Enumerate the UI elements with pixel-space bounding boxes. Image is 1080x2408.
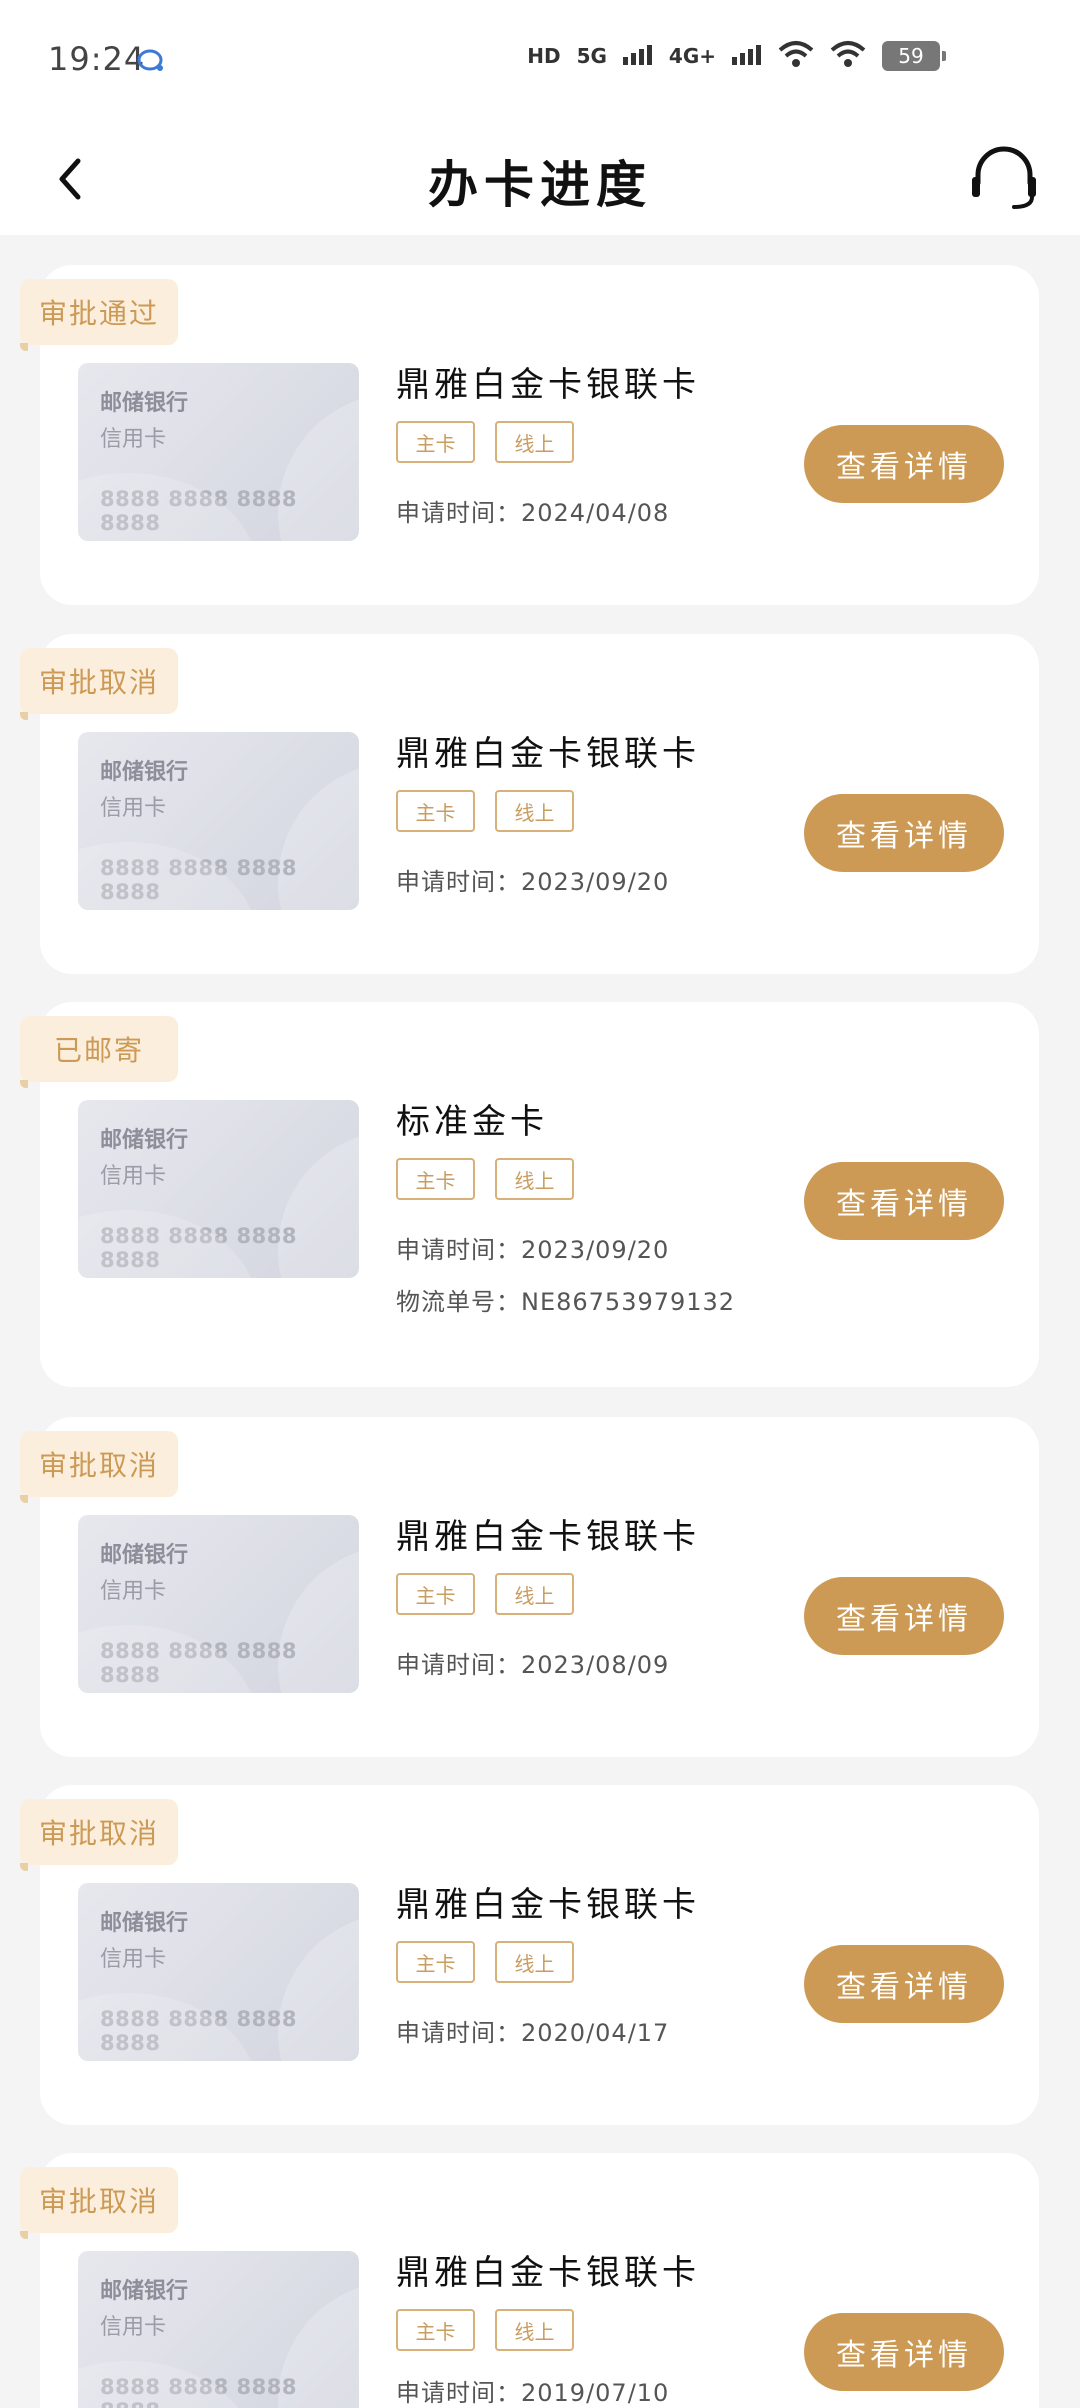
- status-badge: 审批取消: [20, 2167, 178, 2239]
- thumbnail-number: 8888 8888 8888 8888: [100, 2007, 297, 2055]
- status-time: 19:24: [48, 40, 146, 78]
- thumbnail-number: 8888 8888 8888 8888: [100, 487, 297, 535]
- application-card: 已邮寄 邮储银行 信用卡 8888 8888 8888 8888 标准金卡 主卡…: [20, 1002, 1039, 1387]
- application-card: 审批取消 邮储银行 信用卡 8888 8888 8888 8888 鼎雅白金卡银…: [20, 1785, 1039, 2125]
- thumbnail-bank: 邮储银行: [100, 760, 189, 785]
- view-details-button[interactable]: 查看详情: [804, 1162, 1004, 1240]
- card-thumbnail: 邮储银行 信用卡 8888 8888 8888 8888: [78, 732, 359, 910]
- application-card: 审批取消 邮储银行 信用卡 8888 8888 8888 8888 鼎雅白金卡银…: [20, 2153, 1039, 2408]
- tag-primary-card: 主卡: [396, 1941, 475, 1983]
- tag-primary-card: 主卡: [396, 790, 475, 832]
- card-name: 鼎雅白金卡银联卡: [396, 2253, 700, 2293]
- application-card: 审批取消 邮储银行 信用卡 8888 8888 8888 8888 鼎雅白金卡银…: [20, 1417, 1039, 1757]
- application-card: 审批取消 邮储银行 信用卡 8888 8888 8888 8888 鼎雅白金卡银…: [20, 634, 1039, 974]
- card-name: 鼎雅白金卡银联卡: [396, 1885, 700, 1925]
- tag-online: 线上: [495, 1573, 574, 1615]
- card-thumbnail: 邮储银行 信用卡 8888 8888 8888 8888: [78, 1515, 359, 1693]
- tag-online: 线上: [495, 421, 574, 463]
- apply-date: 申请时间：2023/09/20: [396, 1236, 670, 1264]
- signal-icon: [622, 43, 653, 69]
- network-5g-indicator: 5G: [576, 44, 607, 68]
- status-badge: 审批取消: [20, 648, 178, 720]
- wifi-icon: [830, 40, 866, 72]
- thumbnail-bank: 邮储银行: [100, 2279, 189, 2304]
- apply-date: 申请时间：2023/09/20: [396, 868, 670, 896]
- card-name: 标准金卡: [396, 1102, 548, 1142]
- message-icon: [136, 48, 166, 78]
- card-tags: 主卡 线上: [396, 1941, 574, 1983]
- thumbnail-number: 8888 8888 8888 8888: [100, 2375, 297, 2408]
- tag-online: 线上: [495, 790, 574, 832]
- tag-primary-card: 主卡: [396, 1573, 475, 1615]
- card-name: 鼎雅白金卡银联卡: [396, 365, 700, 405]
- status-badge: 审批取消: [20, 1799, 178, 1871]
- apply-date: 申请时间：2020/04/17: [396, 2019, 670, 2047]
- card-tags: 主卡 线上: [396, 790, 574, 832]
- thumbnail-number: 8888 8888 8888 8888: [100, 1639, 297, 1687]
- thumbnail-number: 8888 8888 8888 8888: [100, 1224, 297, 1272]
- status-badge: 审批取消: [20, 1431, 178, 1503]
- thumbnail-bank: 邮储银行: [100, 391, 189, 416]
- thumbnail-type: 信用卡: [100, 1579, 167, 1604]
- hd-indicator: HD: [527, 44, 561, 68]
- network-4g-indicator: 4G+: [668, 44, 716, 68]
- card-tags: 主卡 线上: [396, 1573, 574, 1615]
- thumbnail-type: 信用卡: [100, 1164, 167, 1189]
- thumbnail-type: 信用卡: [100, 2315, 167, 2340]
- customer-service-button[interactable]: [964, 137, 1044, 217]
- application-card: 审批通过 邮储银行 信用卡 8888 8888 8888 8888 鼎雅白金卡银…: [20, 265, 1039, 605]
- thumbnail-type: 信用卡: [100, 796, 167, 821]
- card-thumbnail: 邮储银行 信用卡 8888 8888 8888 8888: [78, 1883, 359, 2061]
- apply-date: 申请时间：2019/07/10: [396, 2379, 670, 2407]
- status-badge: 已邮寄: [20, 1016, 178, 1088]
- view-details-button[interactable]: 查看详情: [804, 425, 1004, 503]
- card-name: 鼎雅白金卡银联卡: [396, 734, 700, 774]
- card-tags: 主卡 线上: [396, 421, 574, 463]
- view-details-button[interactable]: 查看详情: [804, 794, 1004, 872]
- tag-primary-card: 主卡: [396, 421, 475, 463]
- card-thumbnail: 邮储银行 信用卡 8888 8888 8888 8888: [78, 2251, 359, 2408]
- card-tags: 主卡 线上: [396, 1158, 574, 1200]
- logistics-number: 物流单号：NE86753979132: [396, 1288, 736, 1316]
- card-thumbnail: 邮储银行 信用卡 8888 8888 8888 8888: [78, 363, 359, 541]
- view-details-button[interactable]: 查看详情: [804, 2313, 1004, 2391]
- wifi-icon: [778, 40, 814, 72]
- apply-date: 申请时间：2023/08/09: [396, 1651, 670, 1679]
- tag-primary-card: 主卡: [396, 1158, 475, 1200]
- thumbnail-bank: 邮储银行: [100, 1543, 189, 1568]
- thumbnail-number: 8888 8888 8888 8888: [100, 856, 297, 904]
- thumbnail-type: 信用卡: [100, 1947, 167, 1972]
- status-bar: 19:24 HD 5G 4G+ 59: [0, 0, 1080, 125]
- card-name: 鼎雅白金卡银联卡: [396, 1517, 700, 1557]
- thumbnail-type: 信用卡: [100, 427, 167, 452]
- apply-date: 申请时间：2024/04/08: [396, 499, 670, 527]
- tag-primary-card: 主卡: [396, 2309, 475, 2351]
- page-title: 办卡进度: [428, 156, 652, 214]
- thumbnail-bank: 邮储银行: [100, 1911, 189, 1936]
- view-details-button[interactable]: 查看详情: [804, 1577, 1004, 1655]
- signal-icon: [732, 43, 762, 69]
- thumbnail-bank: 邮储银行: [100, 1128, 189, 1153]
- headset-icon: [972, 146, 1036, 209]
- card-thumbnail: 邮储银行 信用卡 8888 8888 8888 8888: [78, 1100, 359, 1278]
- tag-online: 线上: [495, 1158, 574, 1200]
- battery-icon: 59: [882, 41, 946, 71]
- card-tags: 主卡 线上: [396, 2309, 574, 2351]
- view-details-button[interactable]: 查看详情: [804, 1945, 1004, 2023]
- tag-online: 线上: [495, 2309, 574, 2351]
- header: 办卡进度: [0, 125, 1080, 235]
- tag-online: 线上: [495, 1941, 574, 1983]
- status-badge: 审批通过: [20, 279, 178, 351]
- status-indicators: HD 5G 4G+ 59: [527, 40, 946, 72]
